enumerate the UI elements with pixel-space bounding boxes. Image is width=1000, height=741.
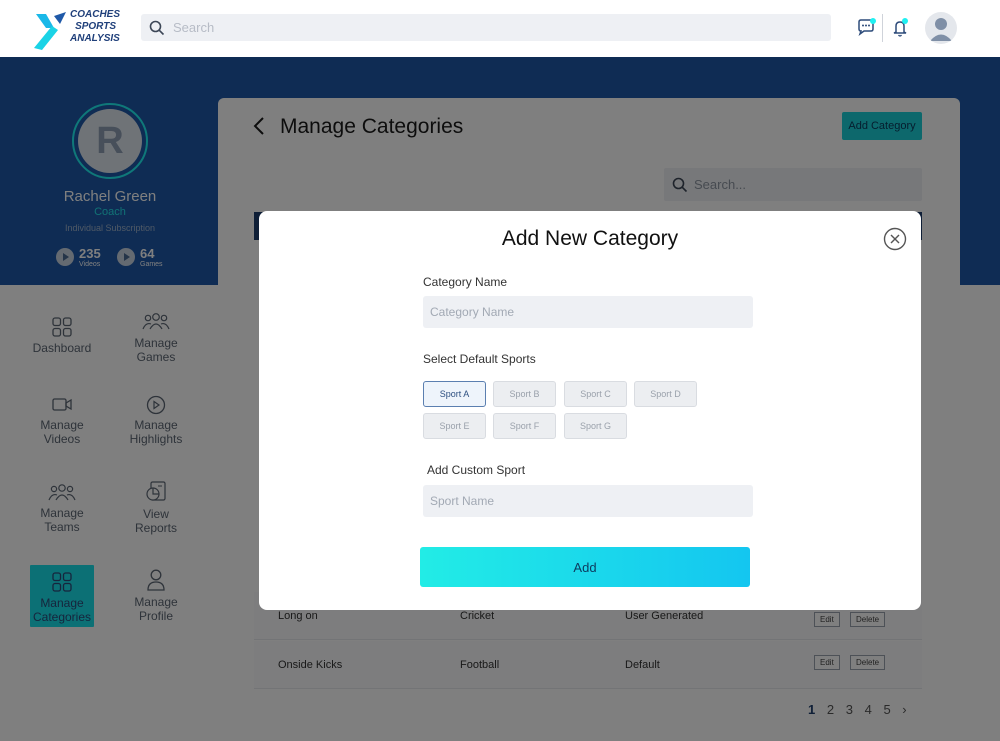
default-sports-label: Select Default Sports	[423, 352, 536, 366]
chat-icon[interactable]	[856, 17, 878, 39]
sport-chip-d[interactable]: Sport D	[634, 381, 697, 407]
logo-mark-icon	[34, 12, 66, 50]
logo-line-1: COACHES	[70, 9, 121, 20]
close-icon[interactable]	[883, 227, 907, 251]
top-divider	[882, 14, 883, 42]
logo-line-2: SPORTS	[75, 21, 116, 32]
sport-chip-e[interactable]: Sport E	[423, 413, 486, 439]
logo-line-3: ANALYSIS	[70, 33, 120, 44]
add-submit-button[interactable]: Add	[420, 547, 750, 587]
app-logo[interactable]: COACHES SPORTS ANALYSIS	[32, 8, 132, 52]
add-category-modal: Add New Category Category Name Select De…	[259, 211, 921, 610]
custom-sport-input[interactable]	[423, 485, 753, 517]
sport-chip-f[interactable]: Sport F	[493, 413, 556, 439]
sport-chip-c[interactable]: Sport C	[564, 381, 627, 407]
category-name-label: Category Name	[423, 275, 508, 289]
sport-chip-b[interactable]: Sport B	[493, 381, 556, 407]
search-icon	[149, 20, 165, 36]
global-search-input[interactable]	[173, 17, 813, 38]
sport-chip-g[interactable]: Sport G	[564, 413, 627, 439]
user-avatar[interactable]	[925, 12, 957, 44]
logo-text: COACHES SPORTS ANALYSIS	[70, 9, 121, 45]
custom-sport-label: Add Custom Sport	[427, 463, 526, 477]
global-search	[141, 14, 831, 41]
notification-bell-icon[interactable]	[890, 17, 912, 39]
sport-chip-a[interactable]: Sport A	[423, 381, 486, 407]
top-bar: COACHES SPORTS ANALYSIS	[0, 0, 1000, 57]
category-name-input[interactable]	[423, 296, 753, 328]
modal-title: Add New Category	[501, 227, 679, 250]
avatar-person-icon	[930, 18, 952, 41]
